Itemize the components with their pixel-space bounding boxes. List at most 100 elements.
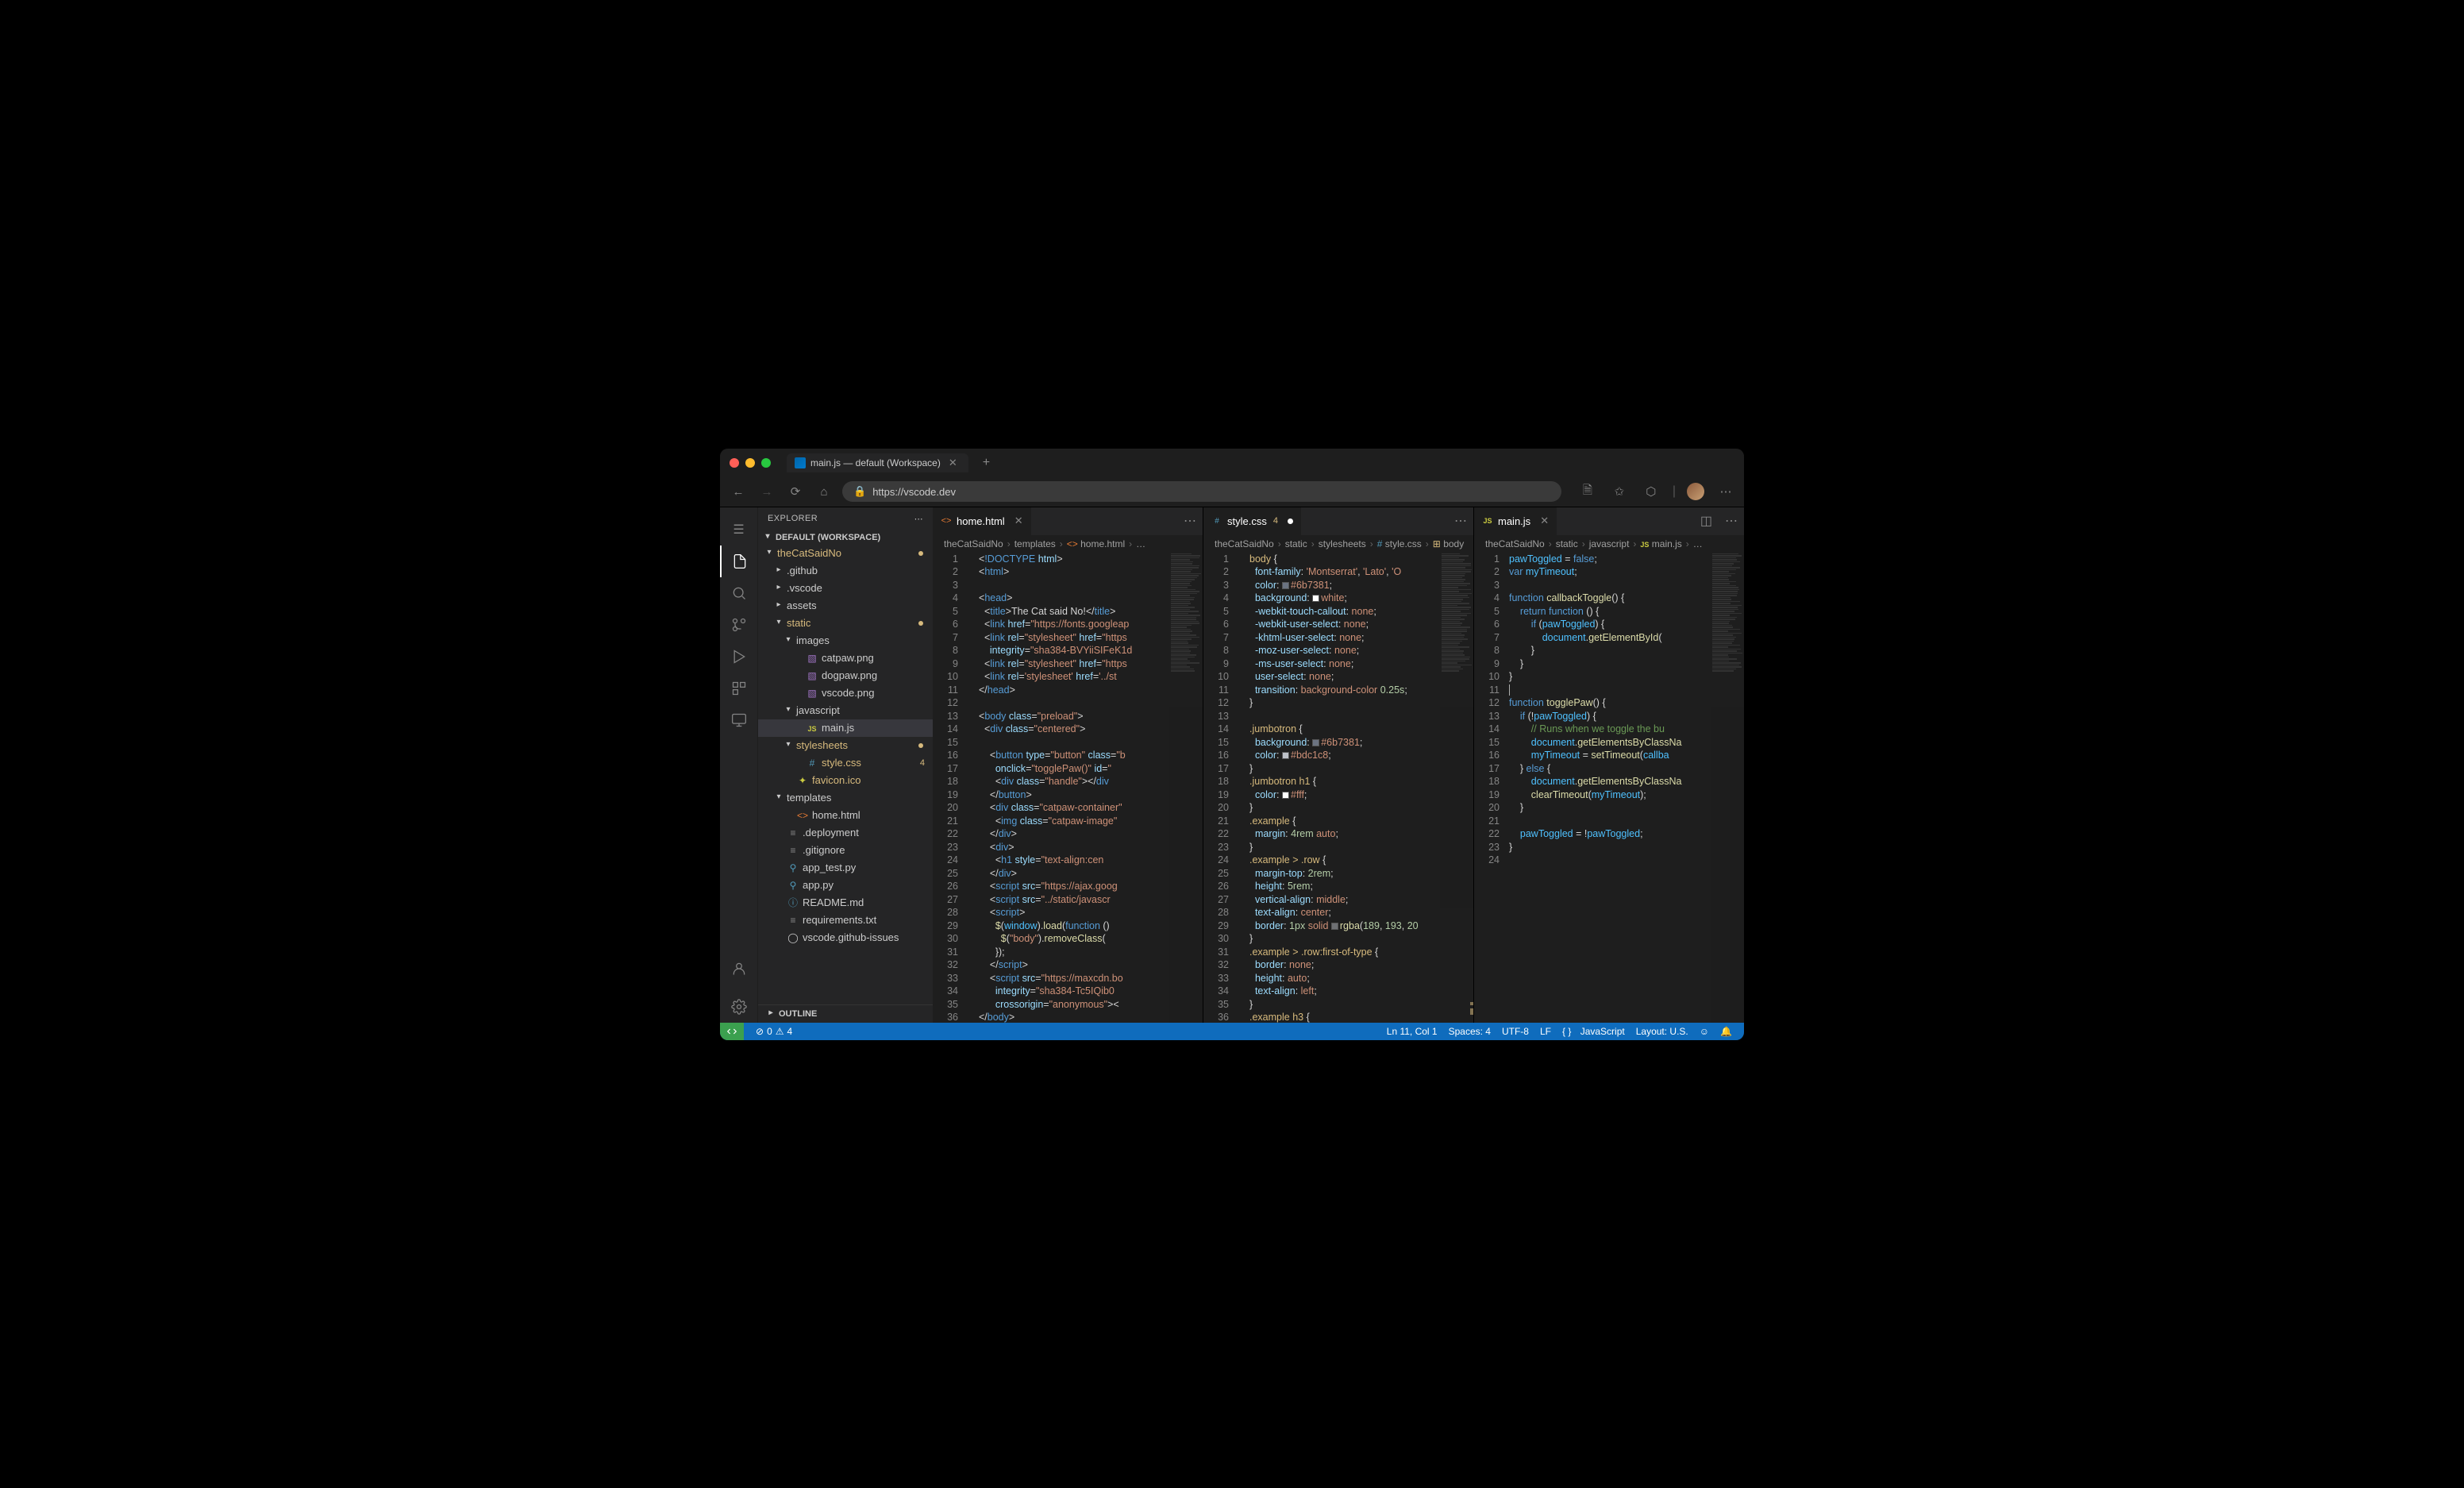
code-editor[interactable]: 1234567891011121314151617181920212223242… [1203,553,1473,1023]
crumb-segment[interactable]: theCatSaidNo [944,538,1003,549]
editor-tab-style.css[interactable]: #style.css4 [1203,507,1302,535]
maximize-window-button[interactable] [761,458,771,468]
tree-item-home-html[interactable]: <>home.html [758,807,933,824]
workspace-section[interactable]: ▾ DEFAULT (WORKSPACE) [758,530,933,545]
split-editor-icon[interactable]: ◫ [1694,513,1719,529]
editor-tab-home.html[interactable]: <>home.html✕ [933,507,1032,535]
tree-item-favicon-ico[interactable]: ✦favicon.ico [758,772,933,789]
eol[interactable]: LF [1534,1026,1557,1037]
accounts-icon[interactable] [720,953,758,985]
crumb-segment[interactable]: … [1136,538,1145,549]
reload-button[interactable]: ⟳ [785,481,806,502]
breadcrumb[interactable]: theCatSaidNo ›static ›stylesheets ›# sty… [1203,535,1473,553]
home-button[interactable]: ⌂ [814,481,834,502]
crumb-segment[interactable]: JS main.js [1640,538,1681,549]
minimap[interactable] [1169,553,1203,1023]
crumb-segment[interactable]: … [1693,538,1703,549]
file-type-icon: ▧ [806,653,818,664]
code-editor[interactable]: 1234567891011121314151617181920212223242… [933,553,1203,1023]
code-content[interactable]: pawToggled = false;var myTimeout; functi… [1509,553,1711,1023]
editor-more-icon[interactable]: ⋯ [1448,513,1473,529]
forward-button[interactable]: → [757,481,777,502]
explorer-icon[interactable] [720,545,758,577]
tree-item-app-py[interactable]: ⚲app.py [758,877,933,894]
source-control-icon[interactable] [720,609,758,641]
minimize-window-button[interactable] [745,458,755,468]
editor-more-icon[interactable]: ⋯ [1177,513,1203,529]
profile-avatar[interactable] [1687,483,1704,500]
crumb-segment[interactable]: static [1285,538,1307,549]
settings-gear-icon[interactable] [720,991,758,1023]
browser-tab[interactable]: main.js — default (Workspace) ✕ [787,453,968,472]
tree-item-label: catpaw.png [822,652,874,664]
feedback-icon[interactable]: ☺ [1694,1026,1715,1037]
remote-explorer-icon[interactable] [720,704,758,736]
tree-item-thecatsaidno[interactable]: ▾theCatSaidNo [758,545,933,562]
tree-item-assets[interactable]: ▸assets [758,597,933,615]
crumb-segment[interactable]: stylesheets [1319,538,1366,549]
tree-item--deployment[interactable]: ≡.deployment [758,824,933,842]
breadcrumb[interactable]: theCatSaidNo ›static ›javascript ›JS mai… [1474,535,1744,553]
menu-icon[interactable]: ☰ [720,514,758,545]
crumb-segment[interactable]: templates [1014,538,1056,549]
extensions-icon[interactable]: ⬡ [1641,481,1661,502]
cursor-position[interactable]: Ln 11, Col 1 [1381,1026,1443,1037]
tree-item-static[interactable]: ▾static [758,615,933,632]
crumb-segment[interactable]: theCatSaidNo [1215,538,1274,549]
tree-item-stylesheets[interactable]: ▾stylesheets [758,737,933,754]
tree-item-dogpaw-png[interactable]: ▧dogpaw.png [758,667,933,684]
workspace-name: DEFAULT (WORKSPACE) [776,533,880,542]
tree-item--vscode[interactable]: ▸.vscode [758,580,933,597]
close-editor-icon[interactable]: ✕ [1540,515,1549,527]
outline-section[interactable]: ▸ OUTLINE [758,1004,933,1023]
back-button[interactable]: ← [728,481,749,502]
crumb-segment[interactable]: # style.css [1377,538,1422,549]
new-tab-button[interactable]: + [975,456,998,470]
tree-item--github[interactable]: ▸.github [758,562,933,580]
editor-tab-main.js[interactable]: JSmain.js✕ [1474,507,1557,535]
close-editor-icon[interactable]: ✕ [1014,515,1023,527]
close-tab-icon[interactable]: ✕ [945,457,961,469]
tree-item-style-css[interactable]: #style.css4 [758,754,933,772]
language-mode[interactable]: { } JavaScript [1557,1026,1630,1037]
tree-item-javascript[interactable]: ▾javascript [758,702,933,719]
crumb-segment[interactable]: <> home.html [1067,538,1125,549]
tree-item-requirements-txt[interactable]: ≡requirements.txt [758,912,933,929]
minimap[interactable] [1440,553,1473,1023]
crumb-segment[interactable]: javascript [1589,538,1630,549]
run-debug-icon[interactable] [720,641,758,673]
unsaved-dot [1288,518,1293,524]
breadcrumb[interactable]: theCatSaidNo ›templates ›<> home.html ›… [933,535,1203,553]
remote-indicator[interactable] [720,1023,744,1040]
tree-item--gitignore[interactable]: ≡.gitignore [758,842,933,859]
crumb-segment[interactable]: ⊞ body [1433,538,1464,549]
address-bar[interactable]: 🔒 https://vscode.dev [842,481,1561,502]
page-icon[interactable]: 🗎 [1577,481,1598,502]
sidebar-more-icon[interactable]: ⋯ [914,514,923,524]
extensions-activity-icon[interactable] [720,673,758,704]
more-menu-icon[interactable]: ⋯ [1715,481,1736,502]
tree-item-catpaw-png[interactable]: ▧ catpaw.png [758,650,933,667]
tree-item-vscode-png[interactable]: ▧vscode.png [758,684,933,702]
tree-item-vscode-github-issues[interactable]: ◯vscode.github-issues [758,929,933,946]
encoding[interactable]: UTF-8 [1496,1026,1534,1037]
code-editor[interactable]: 123456789101112131415161718192021222324p… [1474,553,1744,1023]
tree-item-images[interactable]: ▾images [758,632,933,650]
tree-item-readme-md[interactable]: ⓘREADME.md [758,894,933,912]
crumb-segment[interactable]: theCatSaidNo [1485,538,1545,549]
favorite-icon[interactable]: ✩ [1609,481,1630,502]
bell-icon[interactable]: 🔔 [1715,1026,1738,1037]
tree-item-app-test-py[interactable]: ⚲app_test.py [758,859,933,877]
close-window-button[interactable] [730,458,739,468]
crumb-segment[interactable]: static [1556,538,1578,549]
keyboard-layout[interactable]: Layout: U.S. [1630,1026,1694,1037]
indentation[interactable]: Spaces: 4 [1443,1026,1496,1037]
code-content[interactable]: body { font-family: 'Montserrat', 'Lato'… [1238,553,1440,1023]
code-content[interactable]: <!DOCTYPE html><html> <head> <title>The … [968,553,1169,1023]
tree-item-main-js[interactable]: JSmain.js [758,719,933,737]
minimap[interactable] [1711,553,1744,1023]
tree-item-templates[interactable]: ▾templates [758,789,933,807]
editor-more-icon[interactable]: ⋯ [1719,513,1744,529]
problems-indicator[interactable]: ⊘0 ⚠4 [750,1026,798,1037]
search-icon[interactable] [720,577,758,609]
